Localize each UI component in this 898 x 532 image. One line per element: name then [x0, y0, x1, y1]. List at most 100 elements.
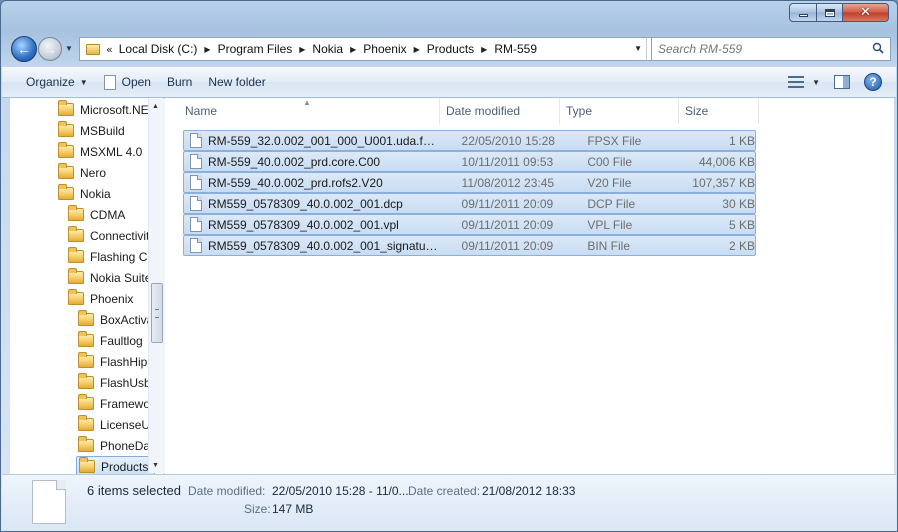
folder-icon [79, 457, 95, 473]
organize-button[interactable]: Organize ▼ [18, 67, 96, 97]
recent-pages-dropdown[interactable]: ▼ [65, 44, 73, 53]
folder-icon [78, 352, 94, 368]
breadcrumb-item[interactable]: RM-559 [494, 42, 537, 56]
minimize-button[interactable] [789, 3, 817, 22]
tree-item[interactable]: BoxActiva [78, 309, 153, 330]
forward-button[interactable]: → [38, 37, 62, 61]
folder-icon [68, 247, 84, 263]
breadcrumb-item[interactable]: Nokia [312, 42, 343, 56]
file-date-modified: 09/11/2011 20:09 [461, 217, 554, 232]
column-name-label: Name [185, 104, 218, 118]
scroll-down-icon[interactable]: ▼ [152, 462, 159, 469]
tree-item-label: FlashHip [100, 354, 148, 369]
tree-item[interactable]: LicenseUt [78, 414, 153, 435]
tree-item[interactable]: CDMA [68, 204, 125, 225]
file-icon [190, 217, 202, 232]
folder-icon [78, 331, 94, 347]
breadcrumb-item[interactable]: Phoenix [363, 42, 406, 56]
navigation-row: ← → ▼ « Local Disk (C:) ▶ Program Files ▶ … [9, 35, 891, 63]
navigation-scrollbar[interactable]: ▲ ▼ [148, 99, 165, 473]
address-bar[interactable]: « Local Disk (C:) ▶ Program Files ▶ Nokia ▶… [79, 37, 647, 61]
tree-item[interactable]: Framewo [78, 393, 150, 414]
change-view-button[interactable]: ▼ [788, 76, 820, 88]
tree-item-label: Nokia Suite [90, 270, 152, 285]
tree-item[interactable]: Connectivit [68, 225, 149, 246]
column-date-modified[interactable]: Date modified [440, 98, 560, 124]
tree-item-label: BoxActiva [100, 312, 154, 327]
file-name: RM559_0578309_40.0.002_001_signature.b..… [208, 238, 440, 253]
file-size: 30 KB [722, 196, 755, 211]
tree-item[interactable]: FlashUsb [78, 372, 151, 393]
file-row[interactable]: RM-559_40.0.002_prd.core.C00 10/11/2011 0… [183, 151, 756, 172]
chevron-down-icon: ▼ [79, 77, 88, 87]
folder-icon [58, 163, 74, 179]
breadcrumb-arrow-icon[interactable]: ▶ [299, 45, 305, 54]
breadcrumb-item[interactable]: Program Files [218, 42, 293, 56]
search-box [651, 37, 891, 61]
tree-item[interactable]: MSXML 4.0 [58, 141, 142, 162]
address-dropdown-icon[interactable]: ▼ [634, 44, 642, 53]
burn-button[interactable]: Burn [159, 67, 200, 97]
column-size[interactable]: Size [679, 98, 759, 124]
folder-icon [86, 43, 100, 55]
close-button[interactable]: ✕ [843, 3, 889, 22]
file-icon [103, 74, 116, 90]
chevron-down-icon[interactable]: ▼ [812, 78, 820, 87]
tree-item[interactable]: Nokia Suite [68, 267, 151, 288]
tree-item-label: FlashUsb [100, 375, 151, 390]
file-name: RM-559_32.0.002_001_000_U001.uda.fpsx [208, 133, 440, 148]
file-type: FPSX File [587, 133, 642, 148]
breadcrumb-arrow-icon[interactable]: ▶ [350, 45, 356, 54]
tree-item[interactable]: MSBuild [58, 120, 125, 141]
file-type: V20 File [587, 175, 632, 190]
search-input[interactable] [658, 42, 858, 56]
file-row[interactable]: RM-559_40.0.002_prd.rofs2.V20 11/08/2012 … [183, 172, 756, 193]
file-icon [190, 133, 202, 148]
scrollbar-thumb[interactable] [151, 283, 163, 343]
tree-item[interactable]: PhoneDat [78, 435, 153, 456]
tree-item[interactable]: Faultlog [78, 330, 143, 351]
folder-icon [58, 121, 74, 137]
file-row[interactable]: RM559_0578309_40.0.002_001.vpl 09/11/2011… [183, 214, 756, 235]
file-row[interactable]: RM-559_32.0.002_001_000_U001.uda.fpsx 22/… [183, 130, 756, 151]
preview-pane-icon[interactable] [834, 75, 850, 89]
breadcrumb-item[interactable]: Products [427, 42, 474, 56]
maximize-button[interactable] [817, 3, 843, 22]
navigation-pane: Microsoft.NE MSBuild MSXML 4.0 Nero Nokia CDM… [10, 98, 164, 474]
column-type[interactable]: Type [560, 98, 679, 124]
search-icon[interactable] [872, 42, 884, 54]
file-name: RM-559_40.0.002_prd.rofs2.V20 [208, 175, 383, 190]
breadcrumb-arrow-icon[interactable]: ▶ [481, 45, 487, 54]
column-date-label: Date modified [446, 104, 521, 118]
tree-item[interactable]: Products [76, 456, 156, 474]
tree-item[interactable]: Flashing Ca [68, 246, 154, 267]
file-name: RM559_0578309_40.0.002_001.vpl [208, 217, 399, 232]
tree-item[interactable]: Microsoft.NE [58, 99, 149, 120]
breadcrumb-arrow-icon[interactable]: ▶ [204, 45, 210, 54]
breadcrumb-overflow[interactable]: « [106, 43, 113, 56]
back-button[interactable]: ← [11, 36, 37, 62]
scroll-up-icon[interactable]: ▲ [152, 103, 159, 110]
command-toolbar: Organize ▼ Open Burn New folder ▼ ? [2, 67, 896, 98]
tree-item-label: Framewo [100, 396, 151, 411]
file-date-modified: 09/11/2011 20:09 [461, 238, 554, 253]
tree-item[interactable]: Phoenix [68, 288, 133, 309]
tree-item-label: PhoneDat [100, 438, 154, 453]
column-name[interactable]: Name ▲ [179, 98, 440, 124]
breadcrumb-item[interactable]: Local Disk (C:) [119, 42, 198, 56]
file-row[interactable]: RM559_0578309_40.0.002_001_signature.b..… [183, 235, 756, 256]
folder-icon [68, 205, 84, 221]
folder-icon [78, 394, 94, 410]
folder-icon [58, 184, 74, 200]
tree-item[interactable]: FlashHip [78, 351, 147, 372]
tree-item-label: Flashing Ca [90, 249, 155, 264]
open-button[interactable]: Open [96, 67, 159, 97]
tree-item-label: Faultlog [100, 333, 143, 348]
breadcrumb-arrow-icon[interactable]: ▶ [414, 45, 420, 54]
tree-item[interactable]: Nokia [58, 183, 111, 204]
tree-item[interactable]: Nero [58, 162, 106, 183]
tree-item-label: Microsoft.NE [80, 102, 149, 117]
new-folder-button[interactable]: New folder [200, 67, 273, 97]
help-icon[interactable]: ? [864, 73, 882, 91]
file-row[interactable]: RM559_0578309_40.0.002_001.dcp 09/11/2011… [183, 193, 756, 214]
